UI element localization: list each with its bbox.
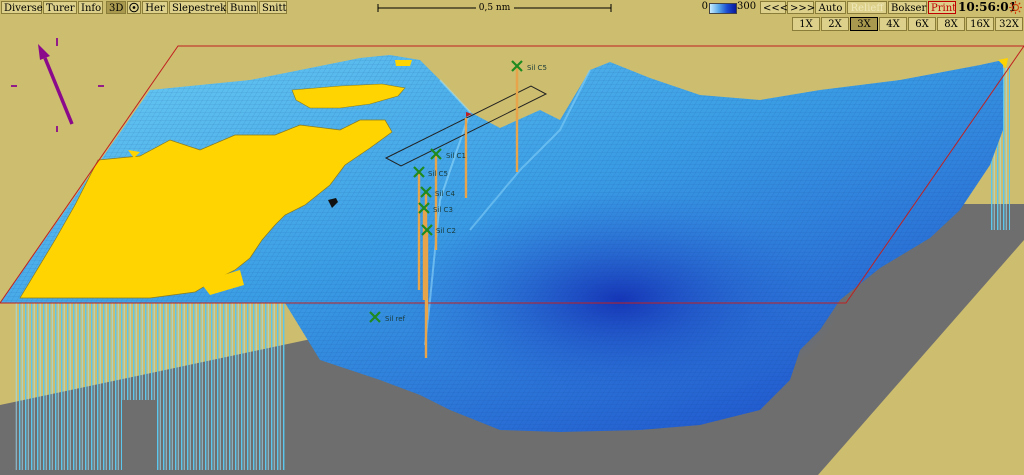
depth-min-label: 0 [701, 1, 708, 12]
scale-bar: 0,5 nm [376, 0, 613, 15]
marker-label: Sil ref [385, 315, 406, 323]
menu-info-button[interactable]: Info [78, 1, 103, 14]
print-button[interactable]: Print [928, 1, 956, 14]
marker-label: Sil C2 [436, 227, 456, 235]
prev-button[interactable]: <<< [760, 1, 788, 14]
marker-label: Sil C4 [435, 190, 455, 198]
marker-label: Sil C3 [433, 206, 453, 214]
slepestrek-button[interactable]: Slepestrek [169, 1, 226, 14]
bokser-button[interactable]: Bokser [888, 1, 927, 14]
next-button[interactable]: >>> [787, 1, 815, 14]
menu-diverse-button[interactable]: Diverse [1, 1, 43, 14]
marker-label: Sil C5 [527, 64, 547, 72]
marker-label: Sil C5 [428, 170, 448, 178]
target-icon[interactable] [127, 1, 141, 14]
bunn-button[interactable]: Bunn [227, 1, 258, 14]
arrow-head-icon [38, 44, 50, 60]
clock: 10:56:01 [958, 0, 1017, 14]
her-button[interactable]: Her [142, 1, 168, 14]
top-toolbar: Diverse Turer Info 3D Her Slepestrek Bun… [0, 0, 1024, 15]
islet [395, 60, 412, 66]
3d-terrain-view[interactable]: Sil C5 Sil C1 Sil C5 Sil C4 Sil C3 Sil C… [0, 15, 1024, 475]
depth-color-bar [709, 3, 737, 14]
scale-label: 0,5 nm [478, 3, 511, 13]
menu-turer-button[interactable]: Turer [43, 1, 77, 14]
auto-button[interactable]: Auto [815, 1, 846, 14]
view-3d-button[interactable]: 3D [106, 1, 126, 14]
north-arrow[interactable] [11, 38, 104, 132]
arrow-shaft [43, 57, 74, 125]
sun-icon[interactable] [1009, 1, 1022, 14]
snitt-button[interactable]: Snitt [259, 1, 287, 14]
depth-max-label: 300 [737, 1, 757, 12]
relieff-button[interactable]: Relieff [847, 1, 887, 14]
marker-label: Sil C1 [446, 152, 466, 160]
